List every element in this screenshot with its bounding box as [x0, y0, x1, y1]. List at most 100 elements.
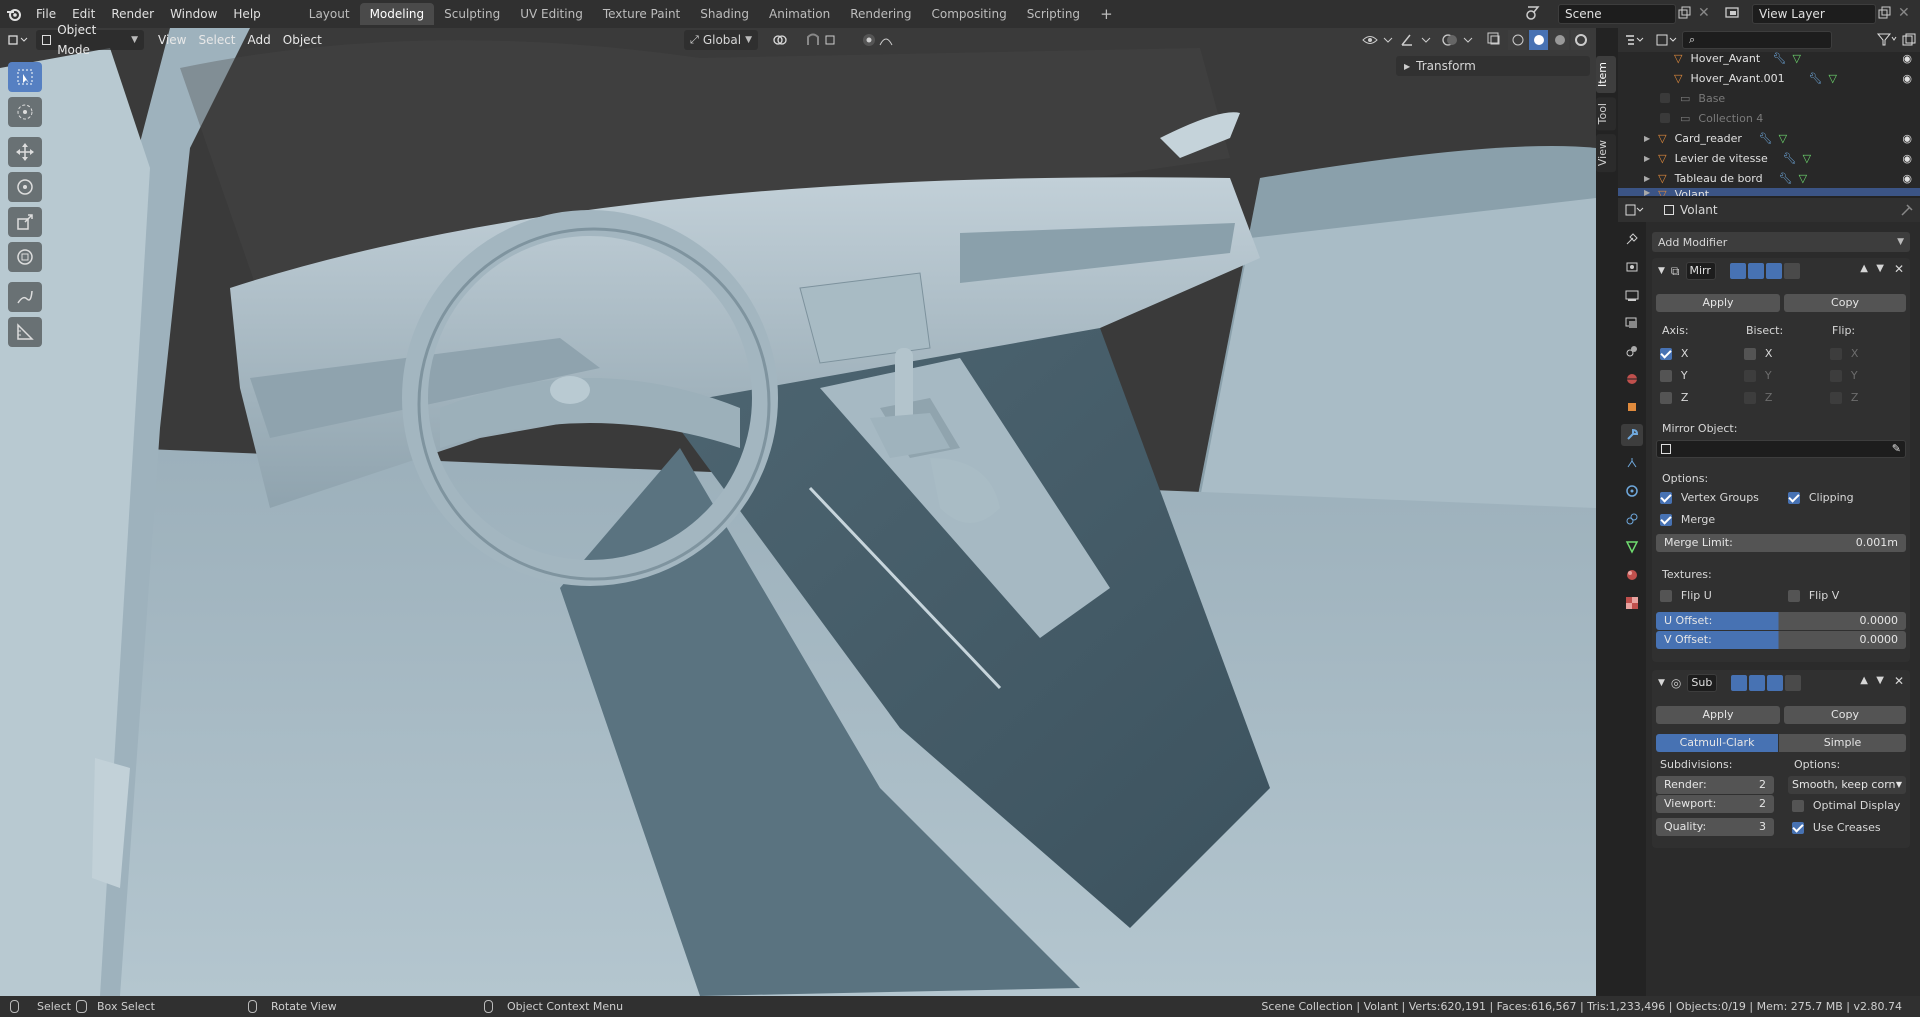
- collapse-icon[interactable]: ▼: [1658, 678, 1665, 688]
- show-in-editmode-icon[interactable]: [1731, 675, 1748, 691]
- tool-tab-icon[interactable]: [1621, 228, 1643, 250]
- rotate-tool-icon[interactable]: [8, 172, 42, 202]
- mirror-name-field[interactable]: Mirr: [1685, 262, 1716, 280]
- world-tab-icon[interactable]: [1621, 368, 1643, 390]
- v-offset-slider[interactable]: V Offset: 0.0000: [1656, 631, 1906, 649]
- catmull-clark-button[interactable]: Catmull-Clark: [1656, 734, 1778, 752]
- eye-icon[interactable]: ◉: [1902, 152, 1912, 165]
- move-down-icon[interactable]: ▼: [1876, 675, 1884, 686]
- editor-type-icon[interactable]: [0, 33, 36, 47]
- show-in-editmode-icon[interactable]: [1729, 263, 1746, 279]
- output-tab-icon[interactable]: [1621, 284, 1643, 306]
- close-icon[interactable]: ✕: [1894, 674, 1904, 688]
- 3d-viewport[interactable]: [0, 28, 1596, 996]
- mirror-apply-button[interactable]: Apply: [1656, 294, 1780, 312]
- tab-scripting[interactable]: Scripting: [1017, 3, 1090, 25]
- visibility-icon[interactable]: [1360, 31, 1400, 49]
- flip-u-checkbox[interactable]: Flip U: [1660, 588, 1712, 602]
- axis-z-checkbox[interactable]: Z: [1660, 390, 1688, 404]
- use-creases-checkbox[interactable]: Use Creases: [1792, 820, 1881, 834]
- close-scene-icon[interactable]: ✕: [1698, 5, 1714, 21]
- modifier-tab-icon[interactable]: [1621, 424, 1643, 446]
- menu-view[interactable]: View: [152, 30, 192, 50]
- eye-icon[interactable]: ◉: [1902, 72, 1912, 85]
- exclude-checkbox[interactable]: [1660, 93, 1670, 103]
- add-modifier-dropdown[interactable]: Add Modifier ▼: [1652, 232, 1910, 252]
- list-item[interactable]: ▶ ▽ Tableau de bord 🔧︎ ▽ ◉: [1618, 168, 1920, 188]
- mode-dropdown[interactable]: Object Mode ▼: [36, 23, 144, 57]
- tab-rendering[interactable]: Rendering: [840, 3, 921, 25]
- show-render-icon[interactable]: [1765, 263, 1782, 279]
- properties-editor-icon[interactable]: [1618, 204, 1650, 216]
- display-mode-icon[interactable]: [1650, 34, 1682, 46]
- texture-tab-icon[interactable]: [1621, 592, 1643, 614]
- transform-tool-icon[interactable]: [8, 242, 42, 272]
- select-box-tool-icon[interactable]: [8, 62, 42, 92]
- bisect-y-checkbox[interactable]: Y: [1744, 368, 1772, 382]
- exclude-checkbox[interactable]: [1660, 113, 1670, 123]
- menu-object[interactable]: Object: [277, 30, 328, 50]
- filter-icon[interactable]: [1876, 32, 1898, 46]
- wireframe-shading-icon[interactable]: [1508, 30, 1527, 50]
- merge-limit-field[interactable]: Merge Limit: 0.001m: [1656, 534, 1906, 552]
- subsurf-copy-button[interactable]: Copy: [1784, 706, 1906, 724]
- copy-view-layer-icon[interactable]: [1878, 6, 1894, 22]
- view-layer-tab-icon[interactable]: [1621, 312, 1643, 334]
- uv-smooth-dropdown[interactable]: Smooth, keep corn... ▼: [1788, 776, 1906, 794]
- list-item[interactable]: ▽ Hover_Avant 🔧︎ ▽ ◉: [1618, 48, 1920, 68]
- overlay-icon[interactable]: [1440, 31, 1480, 49]
- add-workspace-button[interactable]: +: [1090, 3, 1123, 25]
- on-cage-icon[interactable]: [1783, 263, 1800, 279]
- close-view-layer-icon[interactable]: ✕: [1898, 5, 1914, 21]
- eye-icon[interactable]: ◉: [1902, 132, 1912, 145]
- close-icon[interactable]: ✕: [1894, 262, 1904, 276]
- mirror-object-field[interactable]: ✎: [1656, 440, 1906, 458]
- physics-tab-icon[interactable]: [1621, 480, 1643, 502]
- scene-tab-icon[interactable]: [1621, 340, 1643, 362]
- new-collection-icon[interactable]: [1902, 33, 1916, 47]
- simple-button[interactable]: Simple: [1779, 734, 1906, 752]
- move-up-icon[interactable]: ▲: [1860, 675, 1868, 686]
- flip-z-checkbox[interactable]: Z: [1830, 390, 1858, 404]
- material-shading-icon[interactable]: [1550, 30, 1569, 50]
- menu-add[interactable]: Add: [242, 30, 277, 50]
- tab-texture-paint[interactable]: Texture Paint: [593, 3, 690, 25]
- tab-sculpting[interactable]: Sculpting: [434, 3, 510, 25]
- blender-logo-icon[interactable]: [0, 0, 28, 28]
- orientation-dropdown[interactable]: ⤢ Global ▼: [684, 30, 759, 50]
- show-viewport-icon[interactable]: [1747, 263, 1764, 279]
- optimal-display-checkbox[interactable]: Optimal Display: [1792, 798, 1900, 812]
- tab-item[interactable]: Item: [1596, 56, 1616, 94]
- render-levels-field[interactable]: Render: 2: [1656, 776, 1774, 794]
- tab-animation[interactable]: Animation: [759, 3, 840, 25]
- clipping-checkbox[interactable]: Clipping: [1788, 490, 1854, 504]
- object-tab-icon[interactable]: [1621, 396, 1643, 418]
- viewport-levels-field[interactable]: Viewport: 2: [1656, 795, 1774, 813]
- list-item[interactable]: ▶ ▽ Levier de vitesse 🔧︎ ▽ ◉: [1618, 148, 1920, 168]
- move-tool-icon[interactable]: [8, 137, 42, 167]
- show-viewport-icon[interactable]: [1749, 675, 1766, 691]
- scene-field[interactable]: Scene: [1558, 4, 1676, 24]
- proportional-edit-icon[interactable]: [860, 31, 900, 49]
- transform-panel-header[interactable]: ▶ Transform: [1396, 56, 1590, 76]
- constraints-tab-icon[interactable]: [1621, 508, 1643, 530]
- annotate-tool-icon[interactable]: [8, 282, 42, 312]
- tab-tool[interactable]: Tool: [1596, 97, 1616, 131]
- outliner-search-input[interactable]: ⌕: [1682, 31, 1832, 49]
- quality-field[interactable]: Quality: 3: [1656, 818, 1774, 836]
- solid-shading-icon[interactable]: [1529, 30, 1548, 50]
- bisect-z-checkbox[interactable]: Z: [1744, 390, 1772, 404]
- list-item[interactable]: ▽ Hover_Avant.001 🔧︎ ▽ ◉: [1618, 68, 1920, 88]
- menu-help[interactable]: Help: [225, 3, 268, 25]
- list-item[interactable]: ▶ ▽ Volant: [1618, 188, 1920, 196]
- eyedropper-icon[interactable]: ✎: [1892, 440, 1901, 458]
- flip-v-checkbox[interactable]: Flip V: [1788, 588, 1839, 602]
- snap-icon[interactable]: [804, 31, 844, 49]
- xray-icon[interactable]: [1486, 31, 1504, 49]
- eye-icon[interactable]: ◉: [1902, 172, 1912, 185]
- u-offset-slider[interactable]: U Offset: 0.0000: [1656, 612, 1906, 630]
- mirror-copy-button[interactable]: Copy: [1784, 294, 1906, 312]
- material-tab-icon[interactable]: [1621, 564, 1643, 586]
- list-item[interactable]: ▶ ▽ Card_reader 🔧︎ ▽ ◉: [1618, 128, 1920, 148]
- move-up-icon[interactable]: ▲: [1860, 263, 1868, 274]
